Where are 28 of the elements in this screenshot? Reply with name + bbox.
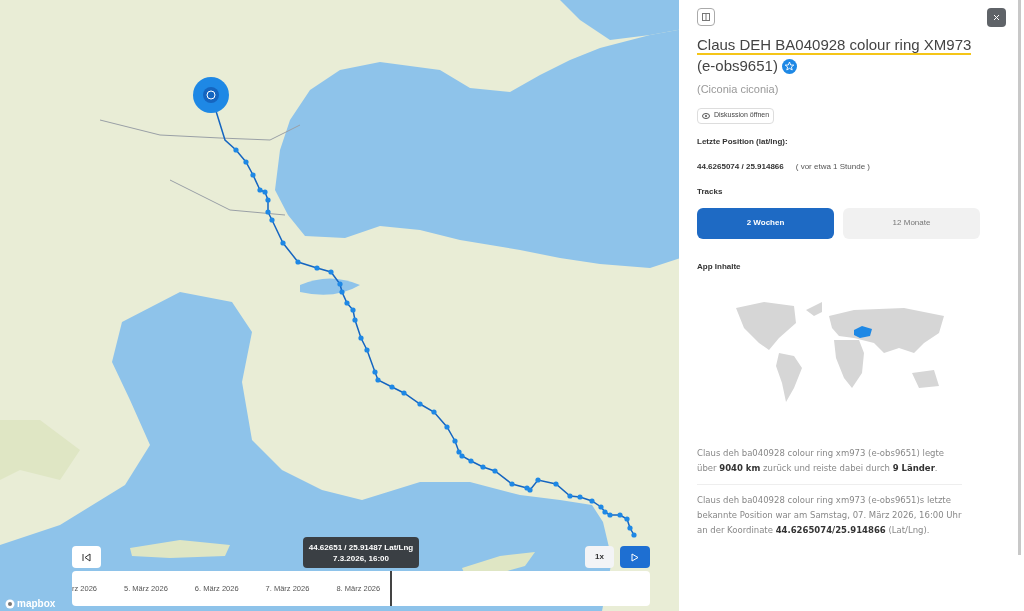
close-button[interactable] — [987, 8, 1006, 27]
position-value: 44.6265074 / 25.914866 — [697, 160, 784, 173]
rewind-button[interactable] — [72, 546, 101, 568]
panel-toggle-button[interactable] — [697, 8, 715, 26]
star-badge-icon[interactable] — [782, 59, 798, 74]
tooltip-time: 7.3.2026, 16:00 — [332, 552, 389, 564]
attribution-text: mapbox — [17, 597, 56, 611]
sidebar-icon — [702, 13, 710, 21]
summary-text: Claus deh ba040928 colour ring xm973 (e-obs9651) legte über 9040 km zurück und reiste dabei durch 9 Länder. — [697, 446, 946, 475]
section-label: Tracks — [697, 185, 724, 198]
section-label: App Inhalte — [697, 260, 742, 273]
section-label: Letzte Position (lat/lng): — [697, 135, 789, 148]
play-icon — [631, 552, 639, 562]
track-range-tab[interactable]: 12 Monate — [843, 207, 980, 239]
species-name: (Ciconia ciconia) — [697, 82, 780, 97]
skip-back-icon — [82, 552, 91, 562]
mapbox-mark-icon — [5, 598, 15, 609]
speed-button[interactable]: 1x — [585, 546, 614, 568]
animal-title: Claus DEH BA040928 colour ring XM973 (e-obs9651) — [697, 35, 973, 76]
close-icon — [993, 14, 1000, 21]
position-age: ( vor etwa 1 Stunde ) — [795, 160, 870, 173]
summary-text: Claus deh ba040928 colour ring xm973 (e-obs9651)s letzte bekannte Position war am Samstag, 07. März 2026, 16:00 Uhr an der Koordinate 44.6265074/25.914866 (Lat/Lng). — [697, 483, 962, 538]
timeline-cursor[interactable] — [390, 571, 393, 606]
play-button[interactable] — [620, 546, 650, 568]
eye-icon — [702, 112, 710, 119]
track-range-tab[interactable]: 2 Wochen — [697, 207, 834, 239]
tooltip-coordinates: 44.62651 / 25.91487 Lat/Lng — [308, 541, 414, 553]
scrollbar[interactable] — [1018, 0, 1021, 555]
